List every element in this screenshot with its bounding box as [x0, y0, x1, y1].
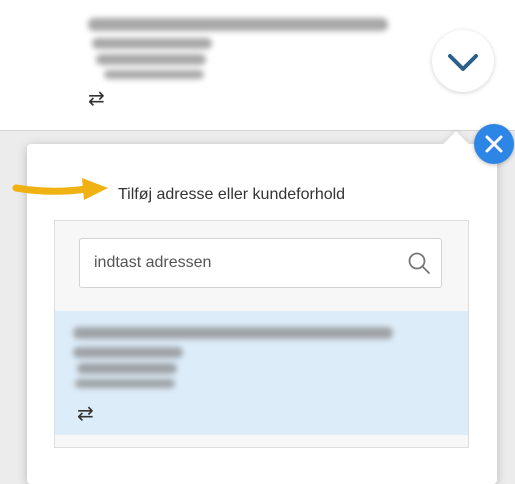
obscured-address-line-3 — [96, 54, 206, 65]
close-popover-button[interactable] — [474, 124, 514, 164]
search-icon[interactable] — [407, 251, 431, 275]
expand-accounts-button[interactable] — [432, 30, 494, 92]
address-search-field[interactable] — [79, 238, 442, 288]
obscured-address-line-1 — [73, 327, 393, 339]
obscured-address-line-2 — [73, 347, 183, 358]
obscured-address-line-4 — [75, 379, 175, 388]
popover-notch — [443, 131, 469, 157]
address-search-input[interactable] — [94, 239, 394, 287]
obscured-address-line-2 — [92, 38, 212, 49]
close-icon — [485, 135, 503, 153]
obscured-address-line-3 — [77, 363, 177, 374]
swap-horizontal-icon[interactable]: ⇄ — [77, 403, 94, 423]
chevron-down-icon — [448, 54, 478, 71]
obscured-address-line-4 — [104, 70, 204, 79]
obscured-address-line-1 — [88, 18, 388, 31]
arrow-right-icon — [12, 178, 108, 200]
swap-horizontal-icon[interactable]: ⇄ — [88, 88, 105, 108]
add-address-label[interactable]: Tilføj adresse eller kundeforhold — [118, 186, 345, 204]
account-list-item-selected[interactable]: ⇄ — [55, 311, 468, 435]
